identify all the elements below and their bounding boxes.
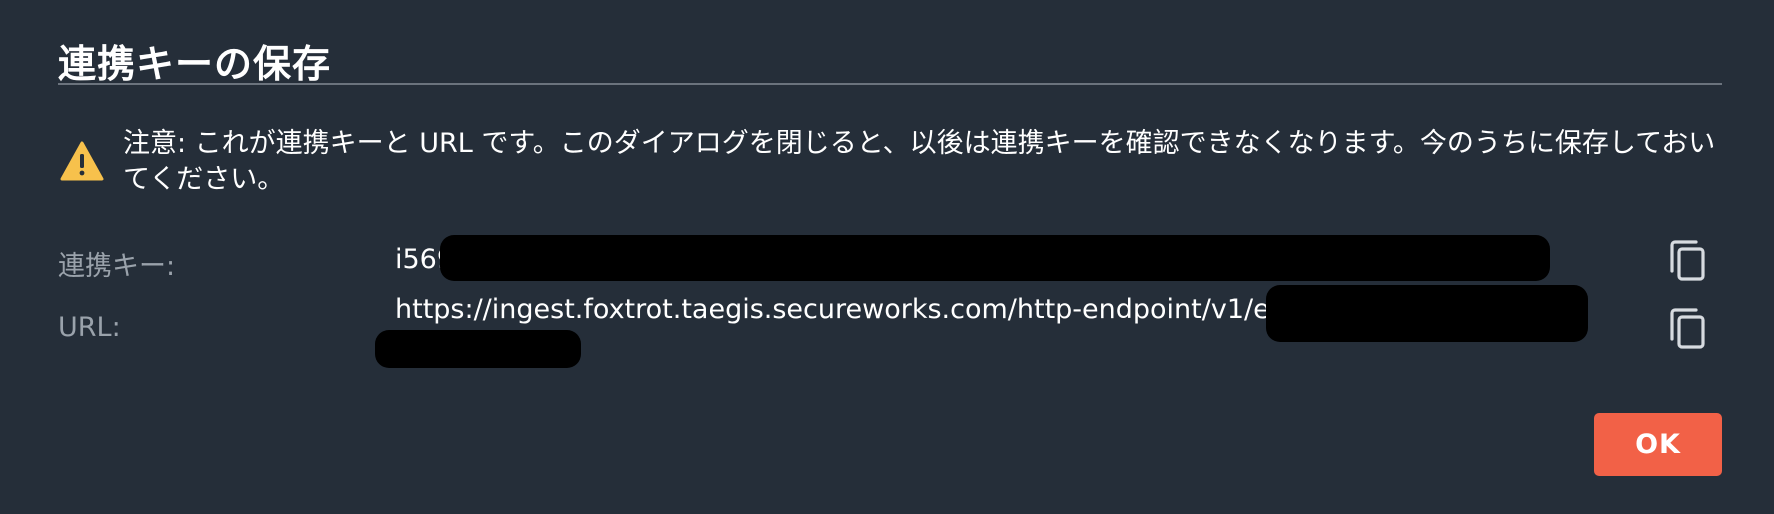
copy-url-icon[interactable] <box>1666 304 1710 352</box>
warning-message: 注意: これが連携キーと URL です。このダイアログを閉じると、以後は連携キー… <box>123 128 1716 195</box>
ok-button[interactable]: OK <box>1594 413 1722 476</box>
url-value: https://ingest.foxtrot.taegis.securework… <box>395 294 1287 325</box>
integration-key-label: 連携キー: <box>58 251 176 282</box>
redaction-bar <box>375 330 581 368</box>
warning-icon <box>60 141 104 181</box>
save-integration-key-dialog: 連携キーの保存 注意: これが連携キーと URL です。このダイアログを閉じると… <box>0 0 1774 514</box>
copy-key-icon[interactable] <box>1666 236 1710 284</box>
dialog-title: 連携キーの保存 <box>58 42 332 86</box>
redaction-bar <box>1266 285 1588 342</box>
redaction-bar <box>440 235 1550 281</box>
title-divider <box>58 83 1722 85</box>
url-label: URL: <box>58 312 121 343</box>
